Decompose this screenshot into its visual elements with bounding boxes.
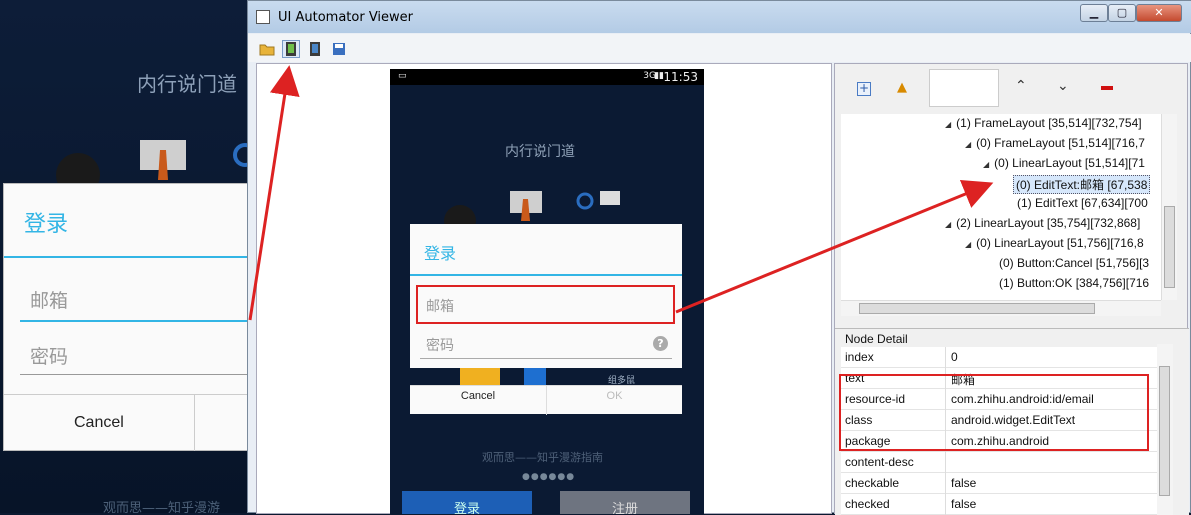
arrow-to-toolbar-icon (248, 65, 300, 321)
arrow-to-selected-node (675, 180, 994, 314)
annotation-arrows (248, 65, 994, 321)
